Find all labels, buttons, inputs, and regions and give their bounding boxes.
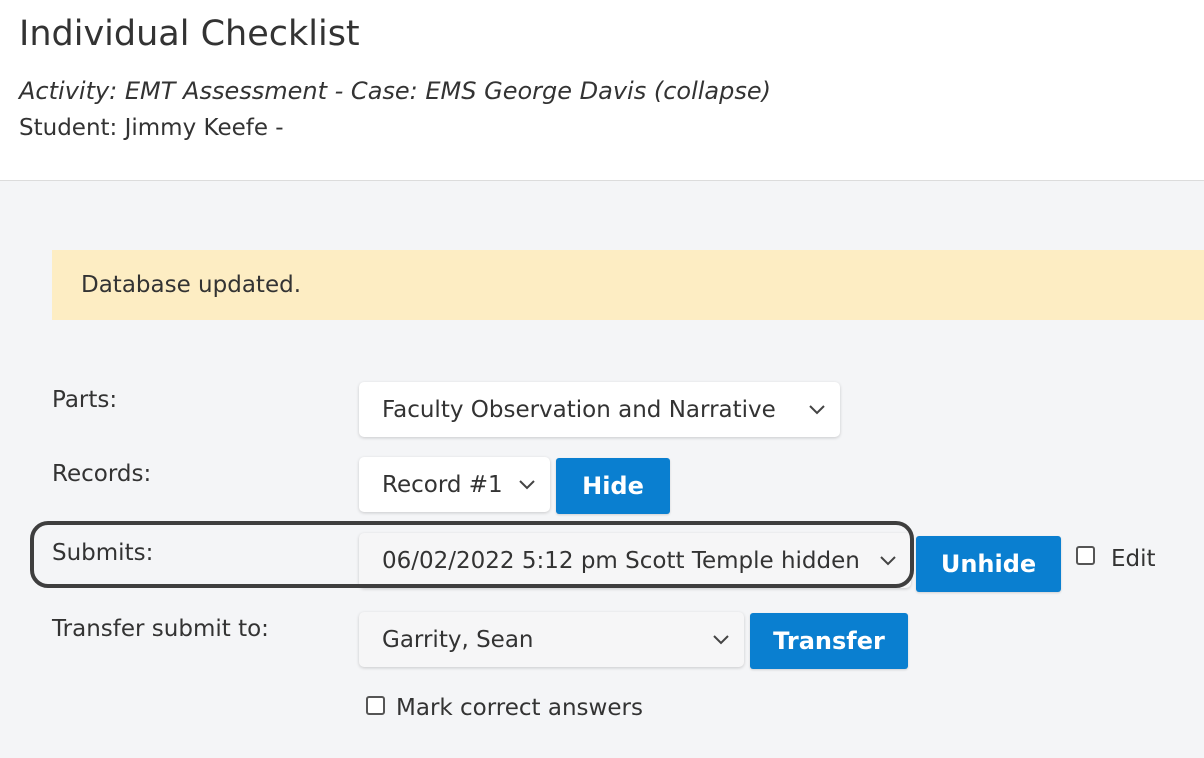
page-header: Individual Checklist Activity: EMT Asses… — [0, 0, 1204, 181]
transfer-select[interactable]: Garrity, Sean — [359, 612, 744, 667]
chevron-down-icon — [519, 479, 535, 489]
page-title: Individual Checklist — [19, 14, 360, 54]
records-select-value: Record #1 — [382, 471, 503, 498]
records-select[interactable]: Record #1 — [359, 457, 550, 512]
alert-message: Database updated. — [81, 272, 302, 298]
records-label: Records: — [52, 461, 152, 487]
chevron-down-icon — [880, 555, 896, 565]
status-alert: Database updated. — [52, 250, 1204, 320]
chevron-down-icon — [713, 634, 729, 644]
transfer-button[interactable]: Transfer — [750, 613, 908, 669]
mark-correct-label: Mark correct answers — [396, 695, 643, 721]
student-line: Student: Jimmy Keefe - — [19, 115, 284, 141]
submits-label: Submits: — [52, 540, 154, 566]
hide-button[interactable]: Hide — [556, 458, 670, 514]
unhide-button[interactable]: Unhide — [916, 536, 1061, 592]
parts-select-value: Faculty Observation and Narrative — [382, 396, 776, 423]
submits-select-value: 06/02/2022 5:12 pm Scott Temple hidden — [382, 547, 860, 574]
parts-select[interactable]: Faculty Observation and Narrative — [359, 382, 840, 437]
chevron-down-icon — [809, 404, 825, 414]
transfer-select-value: Garrity, Sean — [382, 626, 534, 653]
transfer-label: Transfer submit to: — [52, 616, 269, 642]
edit-checkbox-label: Edit — [1111, 546, 1156, 572]
mark-correct-checkbox[interactable] — [366, 696, 385, 715]
edit-checkbox[interactable] — [1076, 546, 1095, 565]
submits-select[interactable]: 06/02/2022 5:12 pm Scott Temple hidden — [359, 533, 911, 588]
parts-label: Parts: — [52, 387, 118, 413]
activity-case-line: Activity: EMT Assessment - Case: EMS Geo… — [19, 77, 772, 105]
